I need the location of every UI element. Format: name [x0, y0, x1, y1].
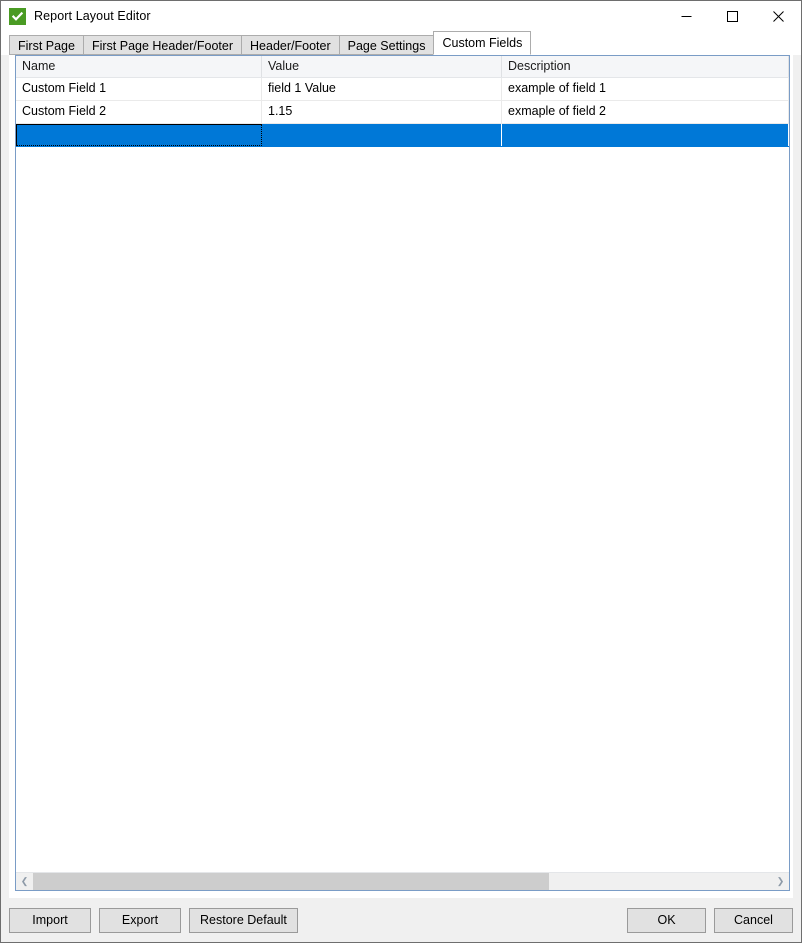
chevron-left-icon[interactable]: ❮ — [16, 873, 33, 890]
table-row-new-selected[interactable] — [16, 124, 789, 147]
dialog-confirm-buttons: OK Cancel — [619, 908, 793, 933]
restore-default-button[interactable]: Restore Default — [189, 908, 298, 933]
window-title: Report Layout Editor — [34, 9, 151, 23]
tab-strip: First Page First Page Header/Footer Head… — [1, 31, 801, 55]
scrollbar-track[interactable] — [33, 873, 772, 890]
export-button[interactable]: Export — [99, 908, 181, 933]
green-check-icon — [9, 8, 26, 25]
cell-description[interactable] — [502, 124, 789, 146]
tab-first-page-header-footer[interactable]: First Page Header/Footer — [83, 35, 242, 55]
minimize-icon[interactable] — [663, 1, 709, 31]
scrollbar-thumb[interactable] — [33, 873, 549, 890]
cancel-button[interactable]: Cancel — [714, 908, 793, 933]
custom-fields-panel: Name Value Description Custom Field 1 fi… — [9, 55, 793, 898]
import-button[interactable]: Import — [9, 908, 91, 933]
horizontal-scrollbar[interactable]: ❮ ❯ — [16, 872, 789, 890]
cell-name[interactable]: Custom Field 1 — [16, 78, 262, 100]
cell-value[interactable]: field 1 Value — [262, 78, 502, 100]
chevron-right-icon[interactable]: ❯ — [772, 873, 789, 890]
cell-value[interactable]: 1.15 — [262, 101, 502, 123]
close-icon[interactable] — [755, 1, 801, 31]
table-row[interactable]: Custom Field 2 1.15 exmaple of field 2 — [16, 101, 789, 124]
column-header-description[interactable]: Description — [502, 56, 789, 77]
dialog-button-bar: Import Export Restore Default OK Cancel — [1, 898, 801, 942]
cell-value[interactable] — [262, 124, 502, 146]
grid-body: Custom Field 1 field 1 Value example of … — [16, 78, 789, 872]
cell-description[interactable]: example of field 1 — [502, 78, 789, 100]
ok-button[interactable]: OK — [627, 908, 706, 933]
titlebar: Report Layout Editor — [1, 1, 801, 31]
tab-header-footer[interactable]: Header/Footer — [241, 35, 340, 55]
grid-header-row: Name Value Description — [16, 56, 789, 78]
tab-page-settings[interactable]: Page Settings — [339, 35, 435, 55]
table-row[interactable]: Custom Field 1 field 1 Value example of … — [16, 78, 789, 101]
cell-description[interactable]: exmaple of field 2 — [502, 101, 789, 123]
cell-name[interactable] — [16, 124, 262, 146]
column-header-value[interactable]: Value — [262, 56, 502, 77]
column-header-name[interactable]: Name — [16, 56, 262, 77]
maximize-icon[interactable] — [709, 1, 755, 31]
report-layout-editor-window: Report Layout Editor First Page First Pa… — [0, 0, 802, 943]
custom-fields-grid: Name Value Description Custom Field 1 fi… — [15, 55, 790, 891]
window-controls — [663, 1, 801, 31]
tab-custom-fields[interactable]: Custom Fields — [433, 31, 531, 55]
tab-first-page[interactable]: First Page — [9, 35, 84, 55]
cell-name[interactable]: Custom Field 2 — [16, 101, 262, 123]
